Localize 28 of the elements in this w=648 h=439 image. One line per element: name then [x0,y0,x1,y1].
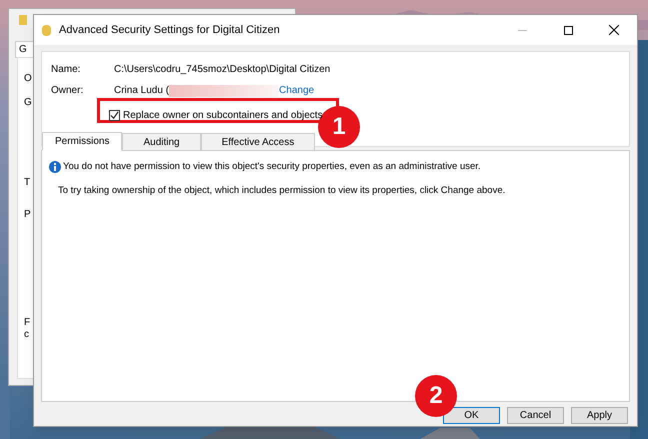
fragment-text: P [24,208,31,222]
path-text: C:\Users\codru_745smoz\Desktop\Digital Citizen [114,64,330,76]
close-icon [609,25,619,35]
tab[interactable]: Effective Access [200,133,316,151]
tab[interactable]: Permissions [42,132,122,151]
fragment-text: c [24,328,29,342]
tab[interactable]: G [15,41,34,58]
folder-icon [19,15,27,25]
fragment-text: F [24,316,30,330]
dialog-button[interactable]: Apply [571,407,628,424]
fragment-text: T [24,176,30,190]
hint-text: To try taking ownership of the object, which includes permission to view its properties, click Change above. [58,184,506,198]
info-message: You do not have permission to view this object's security properties, even as an administrative user. [63,160,481,174]
checkbox-label: Replace owner on subcontainers and objects [123,109,323,123]
checkmark-icon [110,111,119,120]
dialog-button[interactable]: Cancel [507,407,564,424]
checkbox[interactable] [109,110,120,121]
info-icon [49,161,61,174]
field-label: Owner: [51,85,84,97]
window-title: Advanced Security Settings for Digital Citizen [59,22,280,38]
owner-text: Crina Ludu ( [114,85,170,97]
tab[interactable]: Auditing [122,133,201,151]
fragment-text: O [24,72,32,86]
fragment-text: G [24,96,32,110]
folder-icon [42,24,51,36]
dialog-button[interactable]: OK [443,407,500,424]
change-link[interactable]: Change [279,85,314,97]
field-label: Name: [51,64,82,76]
